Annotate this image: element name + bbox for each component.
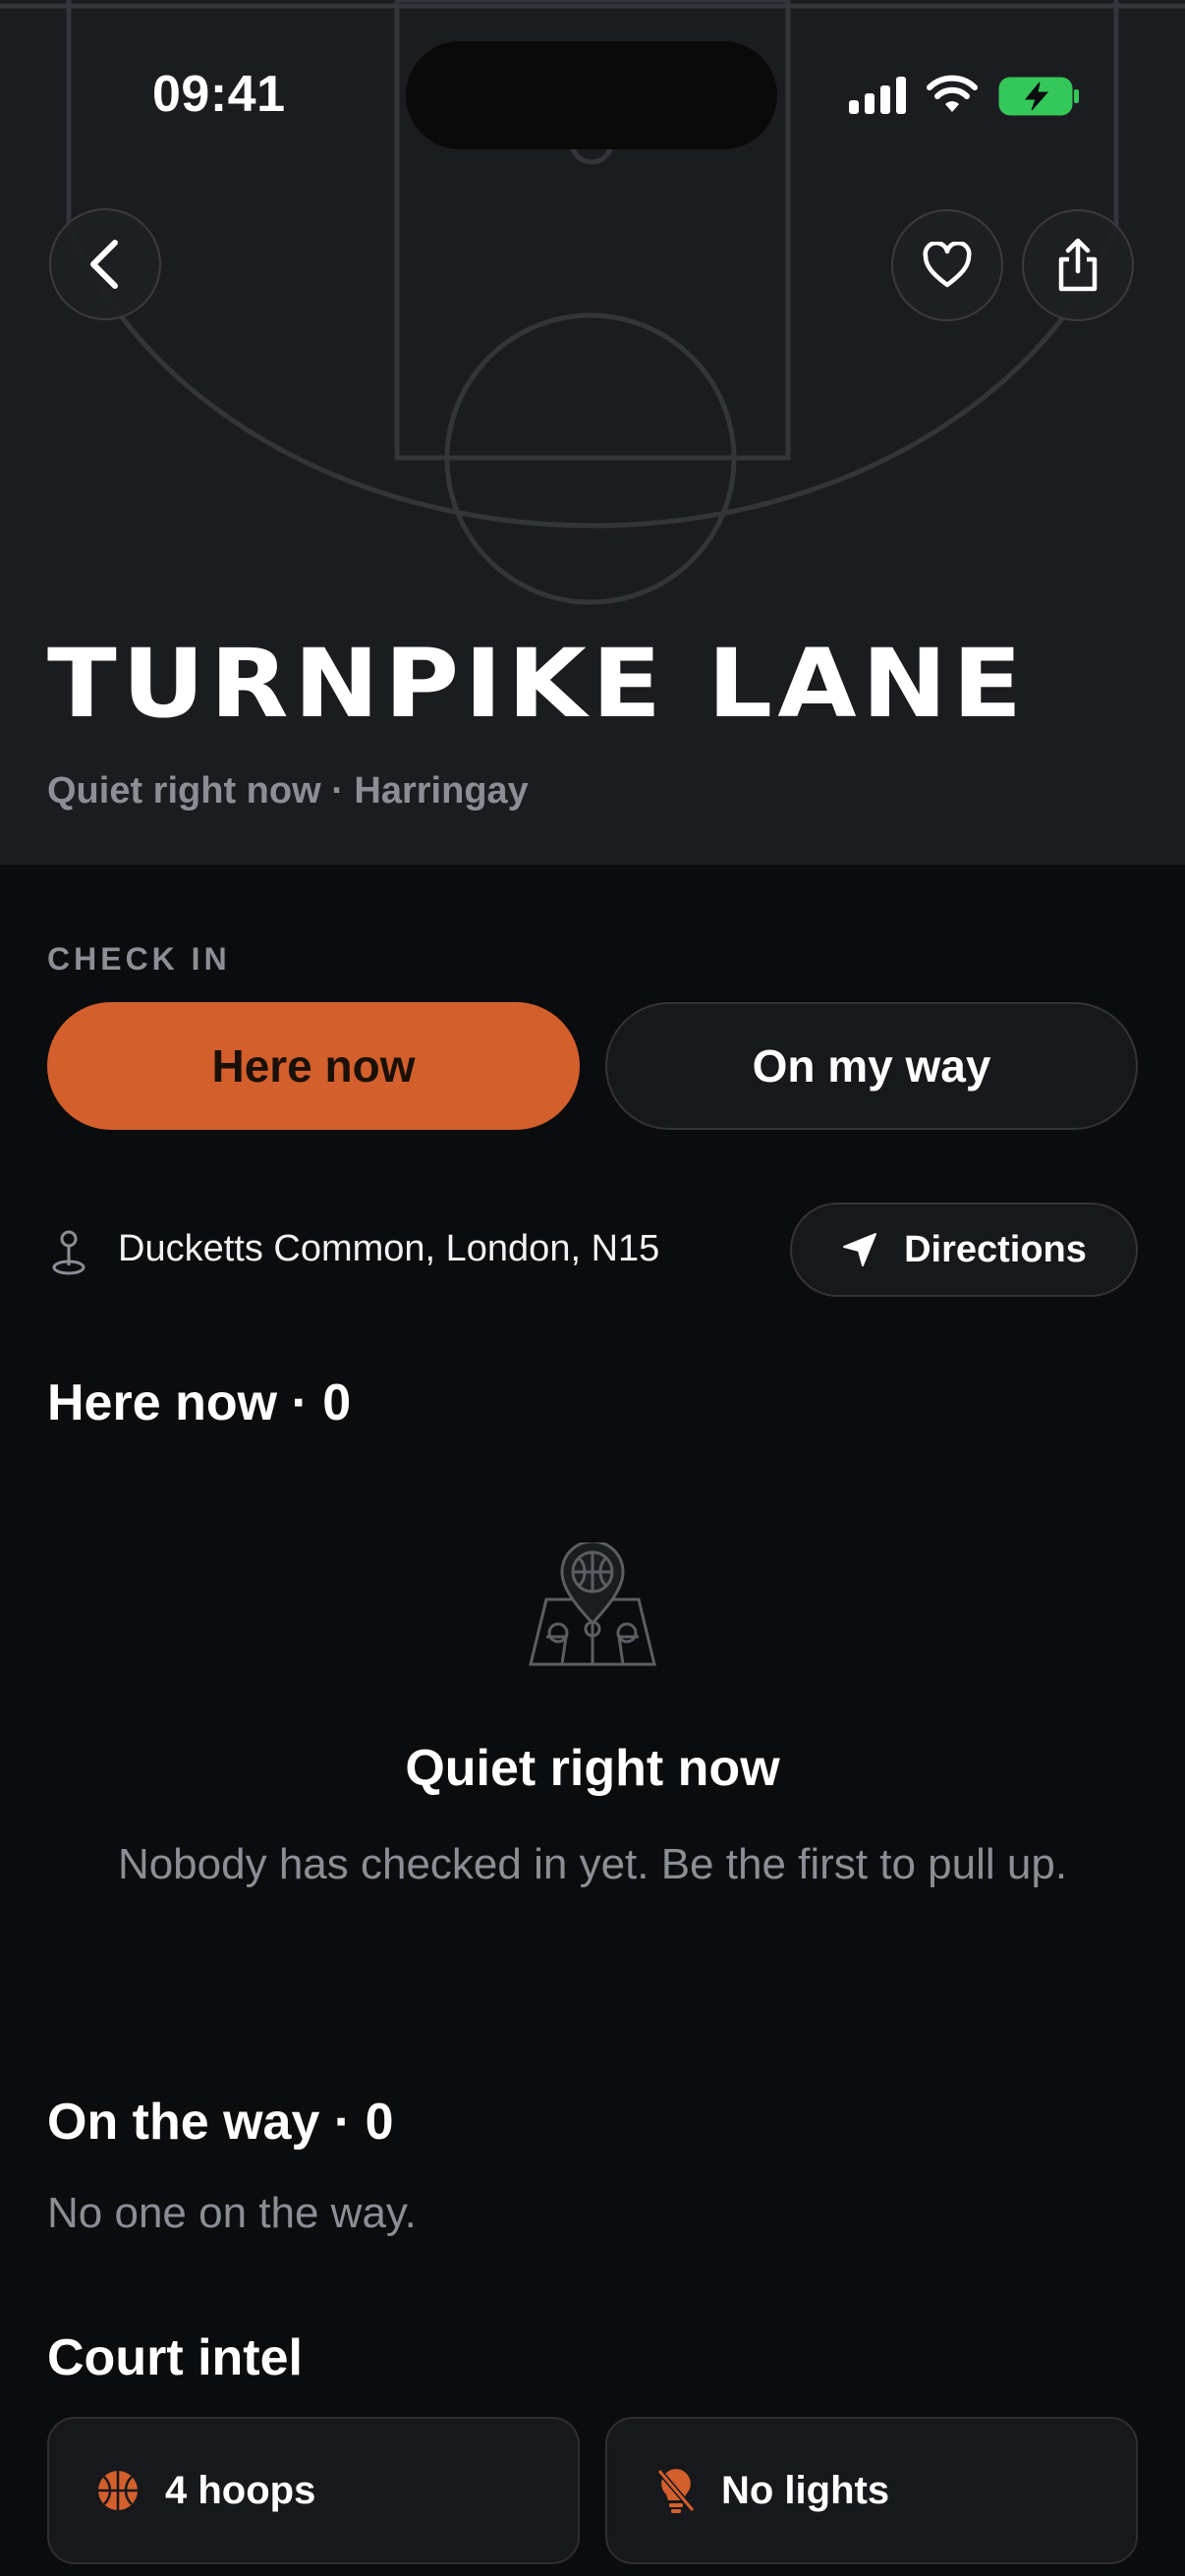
- here-now-heading: Here now · 0: [47, 1374, 352, 1431]
- lightbulb-off-icon: [656, 2469, 696, 2513]
- check-in-label: CHECK IN: [47, 941, 231, 977]
- chevron-left-icon: [90, 240, 118, 289]
- on-the-way-empty-text: No one on the way.: [47, 2189, 417, 2237]
- heart-icon: [923, 242, 972, 288]
- court-status-subtitle: Quiet right now · Harringay: [47, 770, 529, 812]
- directions-label: Directions: [904, 1228, 1087, 1270]
- court-title: TURNPIKE LANE: [47, 629, 1028, 739]
- favorite-button[interactable]: [891, 209, 1003, 321]
- intel-card-lights: No lights: [605, 2417, 1138, 2564]
- share-icon: [1058, 238, 1098, 292]
- dynamic-island: [406, 41, 777, 149]
- court-intel-heading: Court intel: [47, 2329, 303, 2386]
- navigation-arrow-icon: [843, 1233, 877, 1266]
- battery-charging-icon: [998, 77, 1079, 116]
- on-my-way-button[interactable]: On my way: [605, 1002, 1138, 1130]
- empty-state-description: Nobody has checked in yet. Be the first …: [117, 1840, 1068, 1888]
- map-pin-icon: [52, 1230, 85, 1275]
- empty-state-title: Quiet right now: [405, 1740, 780, 1797]
- status-bar: 09:41: [0, 0, 1185, 196]
- basketball-icon: [98, 2471, 138, 2510]
- share-button[interactable]: [1022, 209, 1134, 321]
- here-now-button[interactable]: Here now: [47, 1002, 580, 1130]
- on-the-way-heading: On the way · 0: [47, 2094, 394, 2151]
- court-hero: 09:41 TURNPIKE LANE Quiet right now · Ha…: [0, 0, 1185, 865]
- intel-card-hoops: 4 hoops: [47, 2417, 580, 2564]
- hoops-count-label: 4 hoops: [165, 2468, 316, 2512]
- directions-button[interactable]: Directions: [790, 1203, 1138, 1297]
- court-address: Ducketts Common, London, N15: [118, 1228, 660, 1269]
- back-button[interactable]: [49, 208, 161, 320]
- court-pin-illustration-icon: [529, 1542, 656, 1666]
- status-time: 09:41: [152, 66, 286, 123]
- wifi-icon: [927, 75, 978, 112]
- lights-status-label: No lights: [721, 2468, 890, 2512]
- signal-icon: [849, 77, 906, 114]
